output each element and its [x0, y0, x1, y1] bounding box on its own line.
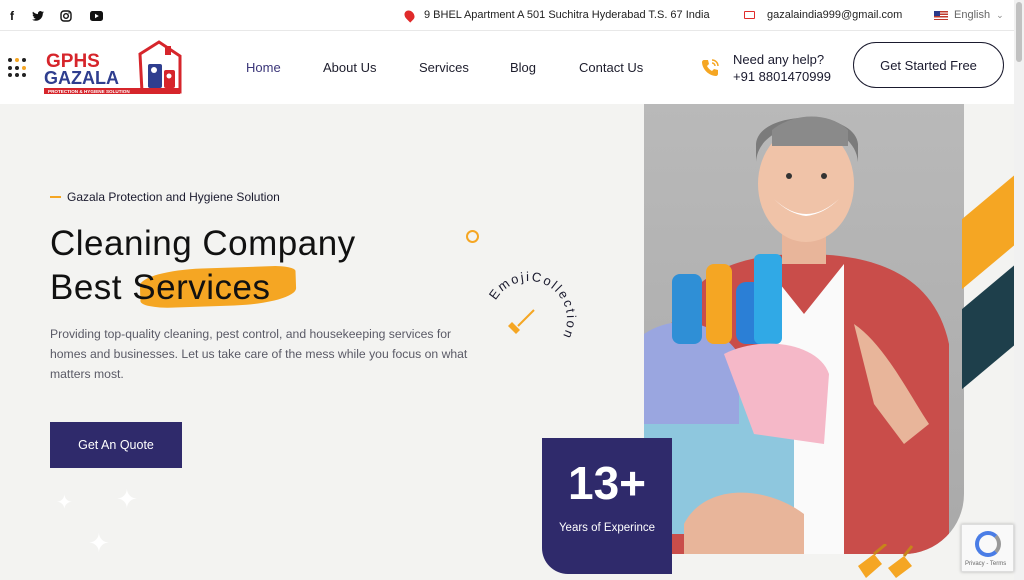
title-highlight: Services — [132, 268, 271, 307]
experience-badge: 13+ Years of Experince — [542, 438, 672, 574]
mail-icon — [744, 11, 755, 19]
get-quote-button[interactable]: Get An Quote — [50, 422, 182, 468]
address-info: 9 BHEL Apartment A 501 Suchitra Hyderaba… — [402, 7, 710, 23]
recaptcha-badge[interactable]: Privacy - Terms — [961, 524, 1014, 572]
hero-eyebrow: Gazala Protection and Hygiene Solution — [50, 190, 280, 204]
language-label: English — [954, 9, 991, 21]
hero-section: Gazala Protection and Hygiene Solution C… — [0, 104, 1014, 580]
logo-tagline: PROTECTION & HYGIENE SOLUTION — [48, 89, 130, 94]
youtube-icon[interactable] — [88, 8, 104, 24]
broom-decoration-icon — [858, 544, 914, 578]
gphs-gazala-logo[interactable]: GPHS GAZALA PROTECTION & HYGIENE SOLUTIO… — [44, 40, 184, 96]
phone-icon — [702, 59, 719, 76]
experience-label: Years of Experince — [558, 522, 656, 534]
nav-contact-us[interactable]: Contact Us — [579, 60, 643, 75]
eyebrow-dash — [50, 196, 61, 198]
address-text: 9 BHEL Apartment A 501 Suchitra Hyderaba… — [424, 9, 710, 21]
facebook-icon[interactable]: f — [4, 8, 20, 24]
hero-description: Providing top-quality cleaning, pest con… — [50, 327, 468, 381]
nav-blog[interactable]: Blog — [510, 60, 536, 75]
top-bar: f 9 BHEL Apartment A 501 Suchitra Hydera… — [0, 0, 1014, 31]
instagram-icon[interactable] — [58, 8, 74, 24]
help-label: Need any help? — [733, 52, 825, 67]
recaptcha-text[interactable]: Privacy - Terms — [965, 561, 1006, 567]
cleaner-photo — [644, 104, 964, 554]
circle-text: EmojiCollection — [486, 269, 577, 343]
nav-home[interactable]: Home — [246, 60, 281, 75]
hero-title-line2: Best Services — [50, 266, 270, 310]
title-prefix: Best — [50, 268, 133, 307]
nav-services[interactable]: Services — [419, 60, 469, 75]
twitter-icon[interactable] — [30, 8, 46, 24]
page-scrollbar[interactable] — [1014, 0, 1024, 580]
rotating-badge: EmojiCollection — [486, 269, 579, 343]
location-pin-icon — [402, 7, 417, 23]
eyebrow-text: Gazala Protection and Hygiene Solution — [67, 190, 280, 204]
language-selector[interactable]: English ⌄ — [934, 9, 1004, 21]
scrollbar-thumb[interactable] — [1016, 2, 1022, 62]
sparkle-icon: ✦ — [56, 492, 73, 514]
experience-number: 13+ — [567, 457, 647, 509]
broom-icon — [508, 309, 535, 334]
sparkle-icon: ✦ — [88, 528, 110, 558]
us-flag-icon — [934, 10, 948, 20]
hero-title-line1: Cleaning Company — [50, 224, 356, 263]
menu-dots-icon[interactable] — [8, 58, 28, 78]
recaptcha-icon — [975, 531, 1001, 557]
get-started-button[interactable]: Get Started Free — [853, 42, 1004, 88]
chevron-down-icon: ⌄ — [996, 9, 1004, 20]
help-phone[interactable]: +91 8801470999 — [733, 69, 831, 84]
email-info[interactable]: gazalaindia999@gmail.com — [744, 9, 902, 21]
email-text[interactable]: gazalaindia999@gmail.com — [767, 9, 902, 21]
svg-text:EmojiCollection: EmojiCollection — [486, 269, 579, 343]
logo-text-line2: GAZALA — [44, 68, 119, 88]
decor-circle — [466, 230, 479, 243]
sparkle-icon: ✦ — [116, 484, 138, 514]
nav-about-us[interactable]: About Us — [323, 60, 376, 75]
